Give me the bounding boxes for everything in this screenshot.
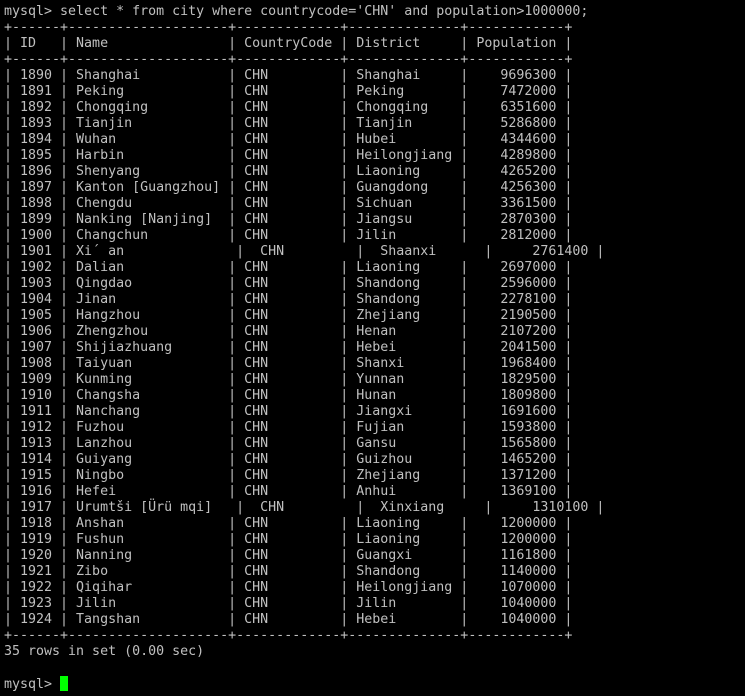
table-row: | 1924 | Tangshan | CHN | Hebei | 104000… xyxy=(4,612,573,627)
table-row: | 1914 | Guiyang | CHN | Guizhou | 14652… xyxy=(4,452,573,467)
result-summary: 35 rows in set (0.00 sec) xyxy=(4,644,205,659)
table-row: | 1920 | Nanning | CHN | Guangxi | 11618… xyxy=(4,548,573,563)
table-row: | 1899 | Nanking [Nanjing] | CHN | Jiang… xyxy=(4,212,573,227)
table-row: | 1912 | Fuzhou | CHN | Fujian | 1593800… xyxy=(4,420,573,435)
table-row: | 1890 | Shanghai | CHN | Shanghai | 969… xyxy=(4,68,573,83)
table-row: | 1910 | Changsha | CHN | Hunan | 180980… xyxy=(4,388,573,403)
table-row: | 1898 | Chengdu | CHN | Sichuan | 33615… xyxy=(4,196,573,211)
table-border-top: +------+--------------------+-----------… xyxy=(4,20,573,35)
table-row: | 1917 | Urumtši [Ürü mqi] | CHN | Xinxi… xyxy=(4,500,605,515)
table-row: | 1902 | Dalian | CHN | Liaoning | 26970… xyxy=(4,260,573,275)
table-row: | 1894 | Wuhan | CHN | Hubei | 4344600 | xyxy=(4,132,573,147)
table-border-header: +------+--------------------+-----------… xyxy=(4,52,573,67)
result-table: +------+--------------------+-----------… xyxy=(4,20,745,644)
table-row: | 1919 | Fushun | CHN | Liaoning | 12000… xyxy=(4,532,573,547)
table-row: | 1923 | Jilin | CHN | Jilin | 1040000 | xyxy=(4,596,573,611)
sql-command: select * from city where countrycode='CH… xyxy=(60,4,589,19)
table-row: | 1916 | Hefei | CHN | Anhui | 1369100 | xyxy=(4,484,573,499)
table-row: | 1896 | Shenyang | CHN | Liaoning | 426… xyxy=(4,164,573,179)
table-row: | 1903 | Qingdao | CHN | Shandong | 2596… xyxy=(4,276,573,291)
input-line[interactable]: mysql> xyxy=(4,676,745,692)
prompt: mysql> xyxy=(4,677,61,692)
table-row: | 1892 | Chongqing | CHN | Chongqing | 6… xyxy=(4,100,573,115)
table-row: | 1895 | Harbin | CHN | Heilongjiang | 4… xyxy=(4,148,573,163)
table-row: | 1908 | Taiyuan | CHN | Shanxi | 196840… xyxy=(4,356,573,371)
table-row: | 1913 | Lanzhou | CHN | Gansu | 1565800… xyxy=(4,436,573,451)
terminal-window[interactable]: mysql> select * from city where countryc… xyxy=(0,0,745,696)
text-cursor xyxy=(60,676,69,691)
table-row: | 1915 | Ningbo | CHN | Zhejiang | 13712… xyxy=(4,468,573,483)
table-row: | 1901 | Xi´ an | CHN | Shaanxi | 276140… xyxy=(4,244,605,259)
table-header: | ID | Name | CountryCode | District | P… xyxy=(4,36,573,51)
table-row: | 1921 | Zibo | CHN | Shandong | 1140000… xyxy=(4,564,573,579)
table-row: | 1907 | Shijiazhuang | CHN | Hebei | 20… xyxy=(4,340,573,355)
table-row: | 1922 | Qiqihar | CHN | Heilongjiang | … xyxy=(4,580,573,595)
table-row: | 1911 | Nanchang | CHN | Jiangxi | 1691… xyxy=(4,404,573,419)
prompt: mysql> xyxy=(4,4,61,19)
table-row: | 1918 | Anshan | CHN | Liaoning | 12000… xyxy=(4,516,573,531)
command-line: mysql> select * from city where countryc… xyxy=(4,4,745,20)
table-row: | 1891 | Peking | CHN | Peking | 7472000… xyxy=(4,84,573,99)
table-row: | 1904 | Jinan | CHN | Shandong | 227810… xyxy=(4,292,573,307)
table-row: | 1900 | Changchun | CHN | Jilin | 28120… xyxy=(4,228,573,243)
table-row: | 1909 | Kunming | CHN | Yunnan | 182950… xyxy=(4,372,573,387)
table-row: | 1906 | Zhengzhou | CHN | Henan | 21072… xyxy=(4,324,573,339)
table-row: | 1897 | Kanton [Guangzhou] | CHN | Guan… xyxy=(4,180,573,195)
table-row: | 1905 | Hangzhou | CHN | Zhejiang | 219… xyxy=(4,308,573,323)
table-border-bottom: +------+--------------------+-----------… xyxy=(4,628,573,643)
table-row: | 1893 | Tianjin | CHN | Tianjin | 52868… xyxy=(4,116,573,131)
